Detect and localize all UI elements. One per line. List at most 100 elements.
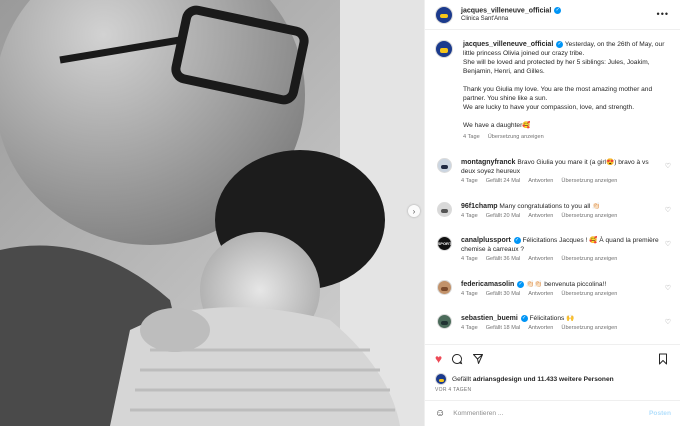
comment-meta: 4 Tage Gefällt 24 Mal Antworten Übersetz… — [461, 177, 661, 186]
caption-paragraph-3: We have a daughter🥰 — [463, 121, 668, 130]
reply-button[interactable]: Antworten — [528, 290, 553, 299]
comment-body: sebastien_buemi ✓ Félicitations 🙌 4 Tage… — [461, 314, 661, 333]
post-location[interactable]: Clinica Sant'Anna — [461, 16, 561, 22]
bookmark-icon[interactable] — [657, 353, 669, 365]
comment-likes[interactable]: Gefällt 18 Mal — [486, 324, 521, 333]
comment-item: 96f1champ Many congratulations to you al… — [435, 202, 680, 221]
heart-icon[interactable]: ♡ — [665, 240, 671, 248]
post-sidebar: jacques_villeneuve_official ✓ Clinica Sa… — [424, 0, 680, 426]
comment-item: federicamasolin ✓ 👏🏻👏🏻 benvenuta piccoli… — [435, 280, 680, 299]
post-caption: jacques_villeneuve_official ✓ Yesterday,… — [435, 40, 675, 142]
comment-composer: ☺ Posten — [425, 400, 680, 426]
heart-icon[interactable]: ♡ — [665, 318, 671, 326]
comment-likes[interactable]: Gefällt 24 Mal — [486, 177, 521, 186]
post-date[interactable]: VOR 4 TAGEN — [435, 387, 471, 393]
liker-username[interactable]: adriansgdesign — [473, 376, 522, 383]
caption-author-username[interactable]: jacques_villeneuve_official — [463, 41, 553, 48]
caption-line-3: Thank you Giulia my love. You are the mo… — [463, 86, 653, 102]
translate-link[interactable]: Übersetzung anzeigen — [561, 324, 617, 333]
comment-likes[interactable]: Gefällt 36 Mal — [486, 255, 521, 264]
heart-icon[interactable]: ♥ — [435, 353, 442, 365]
comment-meta: 4 Tage Gefällt 30 Mal Antworten Übersetz… — [461, 290, 661, 299]
commenter-username[interactable]: federicamasolin — [461, 281, 514, 288]
emoji-icon[interactable]: ☺ — [435, 408, 445, 419]
comment-body: canalplussport ✓ Félicitations Jacques !… — [461, 236, 661, 264]
verified-badge-icon: ✓ — [554, 6, 562, 14]
comment-input[interactable] — [453, 410, 629, 417]
verified-badge-icon: ✓ — [556, 40, 564, 48]
comment-icon[interactable] — [451, 353, 463, 365]
commenter-username[interactable]: canalplussport — [461, 237, 511, 244]
reply-button[interactable]: Antworten — [528, 255, 553, 264]
canal-avatar-text: SPORT — [437, 241, 452, 246]
comment-age[interactable]: 4 Tage — [461, 212, 478, 221]
caption-paragraph-1: jacques_villeneuve_official ✓ Yesterday,… — [463, 40, 668, 76]
caption-paragraph-2: Thank you Giulia my love. You are the mo… — [463, 85, 668, 112]
commenter-username[interactable]: montagnyfranck — [461, 159, 515, 166]
comment-item: montagnyfranck Bravo Giulia you mare it … — [435, 158, 680, 186]
comment-age[interactable]: 4 Tage — [461, 290, 478, 299]
liker-avatar[interactable] — [435, 373, 447, 385]
reply-button[interactable]: Antworten — [528, 212, 553, 221]
comment-likes[interactable]: Gefällt 20 Mal — [486, 212, 521, 221]
caption-line-5: We have a daughter🥰 — [463, 122, 531, 129]
comment-body: montagnyfranck Bravo Giulia you mare it … — [461, 158, 661, 186]
author-line: jacques_villeneuve_official ✓ — [461, 6, 562, 14]
instagram-post-modal: › jacques_villeneuve_official ✓ Clinica … — [0, 0, 680, 426]
commenter-username[interactable]: sebastien_buemi — [461, 315, 518, 322]
caption-author-avatar[interactable] — [435, 40, 453, 58]
comment-body: 96f1champ Many congratulations to you al… — [461, 202, 661, 221]
author-username[interactable]: jacques_villeneuve_official — [461, 7, 551, 14]
share-icon[interactable] — [472, 353, 484, 365]
comment-item: SPORT canalplussport ✓ Félicitations Jac… — [435, 236, 680, 264]
caption-line-2: She will be loved and protected by her 5… — [463, 59, 650, 75]
comment-text: Many congratulations to you all 👏🏻 — [499, 203, 601, 210]
translate-link[interactable]: Übersetzung anzeigen — [561, 177, 617, 186]
more-dots-icon[interactable]: ••• — [657, 9, 669, 19]
reply-button[interactable]: Antworten — [528, 324, 553, 333]
post-header: jacques_villeneuve_official ✓ Clinica Sa… — [425, 0, 680, 30]
comment-text: 👏🏻👏🏻 benvenuta piccolina!! — [526, 281, 607, 288]
comment-body: federicamasolin ✓ 👏🏻👏🏻 benvenuta piccoli… — [461, 280, 661, 299]
commenter-avatar[interactable] — [437, 202, 452, 217]
caption-meta: 4 Tage Übersetzung anzeigen — [463, 133, 668, 142]
post-actions-bar: ♥ — [425, 344, 680, 372]
verified-badge-icon: ✓ — [513, 236, 521, 244]
comment-age[interactable]: 4 Tage — [461, 324, 478, 333]
verified-badge-icon: ✓ — [520, 314, 528, 322]
post-photo[interactable]: › — [0, 0, 424, 426]
author-info: jacques_villeneuve_official ✓ Clinica Sa… — [461, 6, 562, 22]
comment-age[interactable]: 4 Tage — [461, 255, 478, 264]
comment-meta: 4 Tage Gefällt 36 Mal Antworten Übersetz… — [461, 255, 661, 264]
comment-meta: 4 Tage Gefällt 20 Mal Antworten Übersetz… — [461, 212, 661, 221]
chevron-right-icon[interactable]: › — [408, 205, 420, 217]
comment-text: Félicitations 🙌 — [529, 315, 575, 322]
baby-photo-image — [0, 0, 424, 426]
verified-badge-icon: ✓ — [517, 280, 525, 288]
likes-count-text[interactable]: und 11.433 weitere Personen — [523, 376, 613, 383]
comment-meta: 4 Tage Gefällt 18 Mal Antworten Übersetz… — [461, 324, 661, 333]
commenter-avatar[interactable] — [437, 314, 452, 329]
heart-icon[interactable]: ♡ — [665, 162, 671, 170]
heart-icon[interactable]: ♡ — [665, 284, 671, 292]
commenter-avatar[interactable] — [437, 158, 452, 173]
caption-age[interactable]: 4 Tage — [463, 133, 480, 142]
commenter-username[interactable]: 96f1champ — [461, 203, 498, 210]
translate-link[interactable]: Übersetzung anzeigen — [561, 212, 617, 221]
likes-prefix: Gefällt — [452, 375, 472, 383]
comment-likes[interactable]: Gefällt 30 Mal — [486, 290, 521, 299]
post-comment-button[interactable]: Posten — [649, 410, 671, 417]
translate-link[interactable]: Übersetzung anzeigen — [561, 290, 617, 299]
comment-item: sebastien_buemi ✓ Félicitations 🙌 4 Tage… — [435, 314, 680, 333]
caption-translate-link[interactable]: Übersetzung anzeigen — [488, 133, 544, 142]
commenter-avatar[interactable] — [437, 280, 452, 295]
likes-summary: Gefällt adriansgdesign und 11.433 weiter… — [435, 373, 614, 385]
translate-link[interactable]: Übersetzung anzeigen — [561, 255, 617, 264]
heart-icon[interactable]: ♡ — [665, 206, 671, 214]
comment-age[interactable]: 4 Tage — [461, 177, 478, 186]
caption-line-4: We are lucky to have your compassion, lo… — [463, 104, 635, 111]
caption-text-block: jacques_villeneuve_official ✓ Yesterday,… — [463, 40, 668, 142]
author-avatar[interactable] — [435, 5, 453, 24]
commenter-avatar[interactable]: SPORT — [437, 236, 452, 251]
reply-button[interactable]: Antworten — [528, 177, 553, 186]
